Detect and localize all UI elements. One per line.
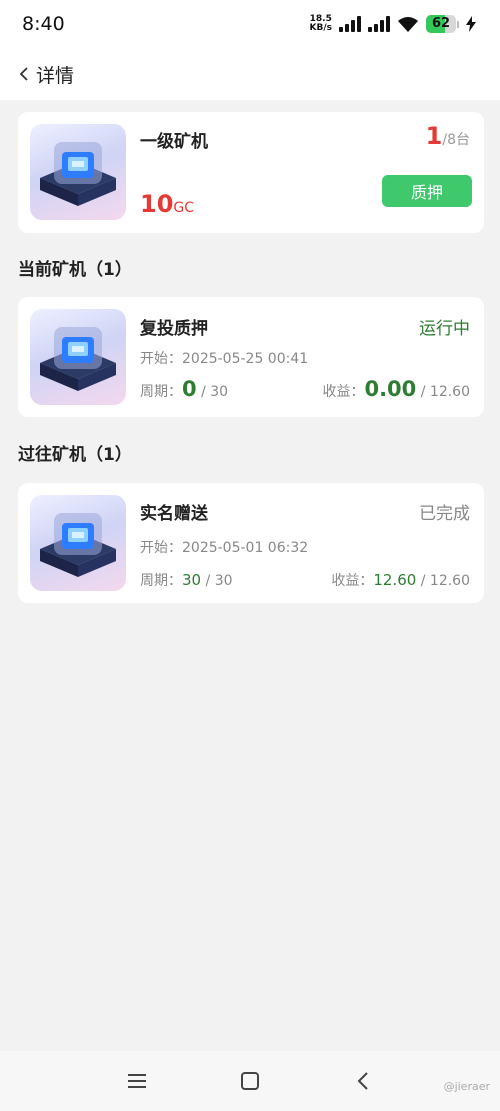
status-bar: 8:40 18.5 KB/s 62 (0, 0, 500, 48)
system-nav-bar (0, 1051, 500, 1111)
past-miner-period: 周期：30 / 30 (140, 570, 233, 590)
section-title-past: 过往矿机（1） (18, 445, 132, 465)
current-miner-card[interactable]: 复投质押 运行中 开始：2025-05-25 00:41 周期：0 / 30 收… (18, 297, 484, 417)
income-total: / 12.60 (420, 573, 470, 589)
income-label: 收益： (322, 384, 365, 400)
miner-count: 1/8台 (426, 122, 470, 150)
menu-button[interactable] (117, 1061, 157, 1101)
miner-count-total: /8台 (442, 132, 470, 148)
period-total: / 30 (205, 573, 233, 589)
miner-image (30, 309, 126, 405)
current-miner-stats: 周期：0 / 30 收益：0.00 / 12.60 (140, 377, 470, 401)
miner-price: 10GC (140, 190, 194, 218)
past-miner-status: 已完成 (419, 504, 470, 524)
system-back-button[interactable] (343, 1061, 383, 1101)
signal-icon (339, 16, 361, 32)
chevron-left-icon (19, 67, 28, 81)
home-square-icon (240, 1072, 259, 1090)
past-miner-card[interactable]: 实名赠送 已完成 开始：2025-05-01 06:32 周期：30 / 30 … (18, 483, 484, 603)
battery-percent: 62 (431, 16, 451, 31)
miner-name: 一级矿机 (140, 132, 208, 152)
charging-icon (466, 16, 476, 32)
battery-icon: 62 (426, 15, 459, 33)
income-value: 0.00 (364, 377, 417, 401)
period-label: 周期： (140, 384, 182, 400)
current-miner-start: 开始：2025-05-25 00:41 (140, 348, 308, 368)
past-miner-stats: 周期：30 / 30 收益：12.60 / 12.60 (140, 570, 470, 590)
period-label: 周期： (140, 573, 182, 589)
status-icons: 18.5 KB/s 62 (310, 15, 476, 33)
start-label: 开始： (140, 540, 182, 556)
start-time: 2025-05-25 00:41 (182, 351, 309, 367)
past-miner-start: 开始：2025-05-01 06:32 (140, 537, 308, 557)
miner-summary-card: 一级矿机 1/8台 10GC 质押 (18, 112, 484, 233)
page-title: 详情 (36, 64, 75, 87)
current-miner-name: 复投质押 (140, 319, 208, 339)
income-label: 收益： (331, 573, 374, 589)
period-value: 0 (182, 377, 197, 401)
start-label: 开始： (140, 351, 182, 367)
wifi-icon (398, 16, 418, 32)
miner-image (30, 495, 126, 591)
period-total: / 30 (201, 384, 229, 400)
income-total: / 12.60 (420, 384, 470, 400)
top-nav-bar: 详情 (0, 48, 500, 100)
miner-count-current: 1 (425, 122, 443, 150)
pledge-button[interactable]: 质押 (382, 175, 472, 207)
status-time: 8:40 (22, 13, 65, 35)
miner-price-unit: GC (173, 200, 195, 216)
current-miner-status: 运行中 (419, 319, 470, 339)
home-button[interactable] (230, 1061, 270, 1101)
section-title-current: 当前矿机（1） (18, 260, 132, 280)
chevron-left-icon (357, 1072, 369, 1090)
network-speed-unit: KB/s (309, 23, 332, 33)
miner-price-value: 10 (140, 190, 174, 218)
back-button[interactable]: 详情 (18, 61, 74, 88)
income-value: 12.60 (373, 571, 417, 589)
start-time: 2025-05-01 06:32 (182, 540, 309, 556)
miner-image (30, 124, 126, 220)
current-miner-income: 收益：0.00 / 12.60 (322, 377, 470, 401)
network-speed: 18.5 KB/s (310, 15, 332, 33)
menu-icon (127, 1074, 146, 1088)
past-miner-income: 收益：12.60 / 12.60 (331, 570, 470, 590)
period-value: 30 (182, 571, 202, 589)
current-miner-period: 周期：0 / 30 (140, 377, 228, 401)
signal-icon-2 (368, 16, 390, 32)
watermark: @jieraer (443, 1080, 490, 1093)
past-miner-name: 实名赠送 (140, 504, 208, 524)
